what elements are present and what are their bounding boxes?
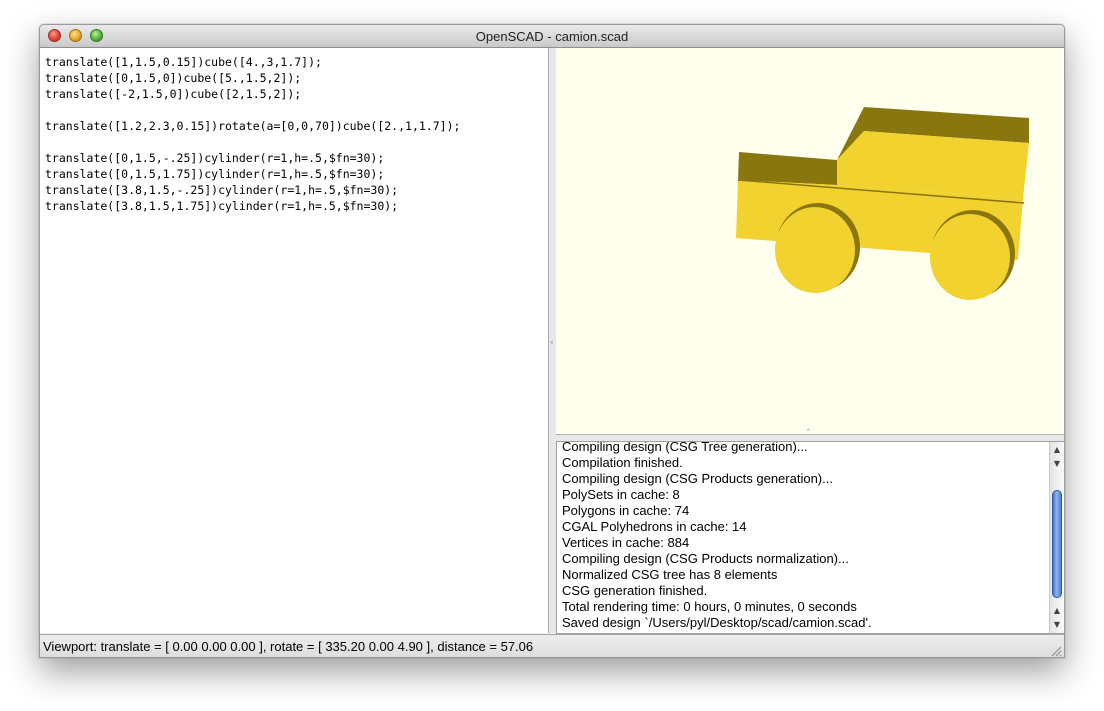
console-line: Compiling design (CSG Products generatio…: [562, 471, 833, 486]
scroll-up-arrow-icon[interactable]: ▲: [1050, 604, 1064, 618]
truck-model: [736, 107, 1029, 300]
openscad-window: OpenSCAD - camion.scad translate([1,1.5,…: [39, 24, 1065, 658]
resize-grip-icon[interactable]: [1050, 645, 1062, 657]
console-line: Compiling design (CSG Tree generation)..…: [562, 441, 808, 454]
title-bar[interactable]: OpenSCAD - camion.scad: [40, 25, 1064, 48]
console-line: Saved design `/Users/pyl/Desktop/scad/ca…: [562, 615, 872, 630]
console-line: Normalized CSG tree has 8 elements: [562, 567, 778, 582]
code-line[interactable]: translate([3.8,1.5,-.25])cylinder(r=1,h=…: [45, 182, 398, 198]
console-line: CSG generation finished.: [562, 583, 708, 598]
scroll-down-arrow-icon[interactable]: ▼: [1050, 618, 1064, 632]
console-line: Vertices in cache: 884: [562, 535, 690, 550]
console-line: Compilation finished.: [562, 455, 683, 470]
console-line: Polygons in cache: 74: [562, 503, 690, 518]
console-output[interactable]: Compiling design (CSG Tree generation)..…: [556, 441, 1064, 634]
console-line: Total rendering time: 0 hours, 0 minutes…: [562, 599, 857, 614]
scroll-thumb[interactable]: [1052, 490, 1062, 598]
console-line: Compiling design (CSG Products normaliza…: [562, 551, 849, 566]
code-line[interactable]: translate([0,1.5,-.25])cylinder(r=1,h=.5…: [45, 150, 384, 166]
viewport-status-text: Viewport: translate = [ 0.00 0.00 0.00 ]…: [43, 639, 534, 654]
splitter-grip-icon: ˆ: [806, 429, 811, 439]
code-editor[interactable]: translate([1,1.5,0.15])cube([4.,3,1.7]);…: [40, 48, 549, 633]
console-scrollbar[interactable]: ▲ ▼ ▲ ▼: [1049, 442, 1064, 633]
3d-viewport[interactable]: [556, 48, 1064, 435]
code-line[interactable]: translate([1.2,2.3,0.15])rotate(a=[0,0,7…: [45, 118, 460, 134]
scroll-up-arrow-icon[interactable]: ▲: [1050, 443, 1064, 457]
splitter-grip-icon: ‹: [550, 338, 554, 348]
code-line[interactable]: translate([-2,1.5,0])cube([2,1.5,2]);: [45, 86, 301, 102]
scroll-down-arrow-icon[interactable]: ▼: [1050, 457, 1064, 471]
vertical-splitter[interactable]: ‹: [549, 48, 556, 633]
code-line[interactable]: translate([1,1.5,0.15])cube([4.,3,1.7]);: [45, 54, 322, 70]
front-wheel: [930, 214, 1010, 300]
code-line[interactable]: translate([0,1.5,1.75])cylinder(r=1,h=.5…: [45, 166, 384, 182]
code-line[interactable]: translate([0,1.5,0])cube([5.,1.5,2]);: [45, 70, 301, 86]
window-title: OpenSCAD - camion.scad: [475, 29, 629, 44]
status-bar: Viewport: translate = [ 0.00 0.00 0.00 ]…: [40, 634, 1064, 657]
hood-top-face: [738, 152, 837, 185]
console-line: CGAL Polyhedrons in cache: 14: [562, 519, 747, 534]
console-line: PolySets in cache: 8: [562, 487, 680, 502]
rear-wheel: [775, 207, 855, 293]
code-line[interactable]: translate([3.8,1.5,1.75])cylinder(r=1,h=…: [45, 198, 398, 214]
